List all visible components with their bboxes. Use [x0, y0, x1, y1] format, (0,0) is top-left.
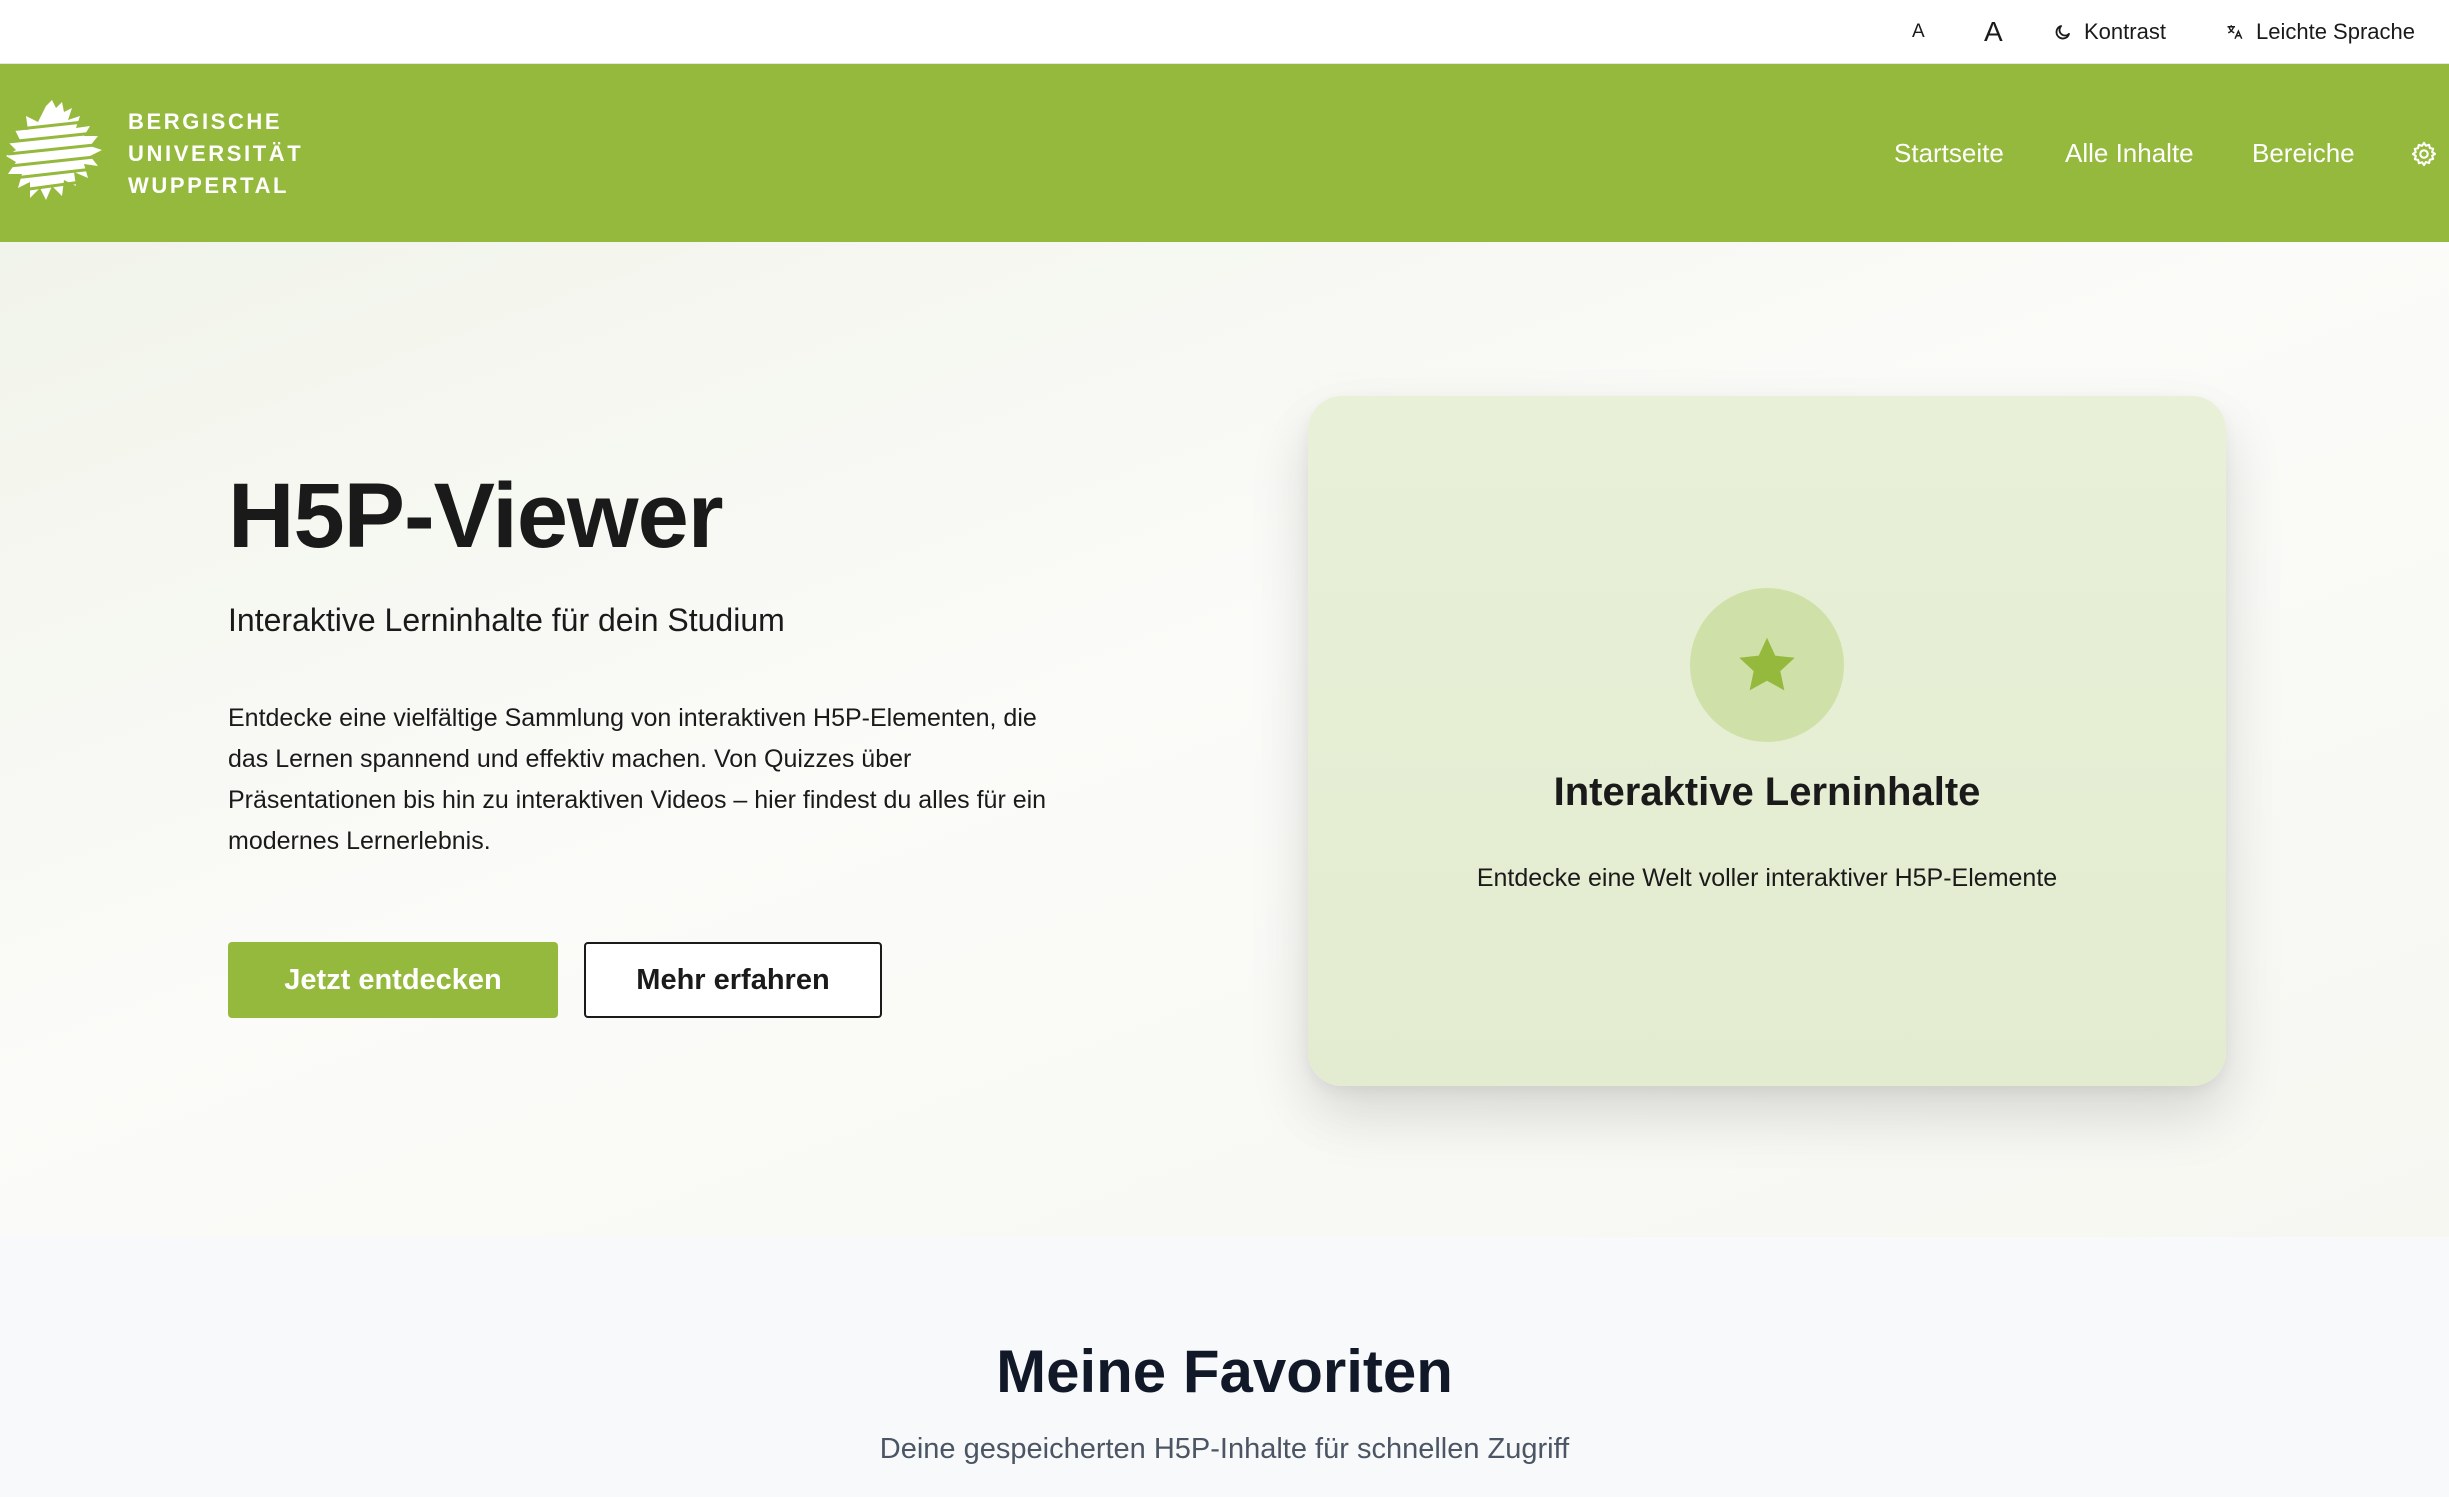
university-lion-logo-icon[interactable] — [6, 100, 106, 206]
main-header: BERGISCHE UNIVERSITÄT WUPPERTAL Startsei… — [0, 64, 2449, 242]
page-title: H5P-Viewer — [228, 465, 724, 567]
nav-link-bereiche[interactable]: Bereiche — [2252, 64, 2355, 242]
favorites-section: Meine Favoriten Deine gespeicherten H5P-… — [0, 1237, 2449, 1497]
accessibility-bar: A A Kontrast Leichte Sprache — [0, 0, 2449, 64]
font-size-increase-button[interactable]: A — [1984, 0, 2003, 64]
discover-now-button[interactable]: Jetzt entdecken — [228, 942, 558, 1018]
moon-icon — [2055, 25, 2070, 40]
nav-link-alle-inhalte[interactable]: Alle Inhalte — [2065, 64, 2194, 242]
logo-line-3: WUPPERTAL — [128, 173, 290, 198]
logo-line-2: UNIVERSITÄT — [128, 141, 304, 166]
easy-language-label: Leichte Sprache — [2256, 19, 2415, 44]
font-small-label: A — [1912, 21, 1925, 42]
hero-description: Entdecke eine vielfältige Sammlung von i… — [228, 704, 1047, 855]
feature-card-title: Interaktive Lerninhalte — [1553, 770, 1981, 814]
star-icon — [1739, 637, 1795, 691]
logo-line-1: BERGISCHE — [128, 109, 283, 134]
university-name[interactable]: BERGISCHE UNIVERSITÄT WUPPERTAL — [128, 106, 303, 202]
learn-more-button[interactable]: Mehr erfahren — [584, 942, 882, 1018]
nav-link-startseite[interactable]: Startseite — [1894, 64, 2004, 242]
star-badge — [1690, 588, 1844, 742]
hero-subtitle: Interaktive Lerninhalte für dein Studium — [228, 602, 785, 638]
feature-card-text: Entdecke eine Welt voller interaktiver H… — [1476, 864, 2058, 892]
contrast-toggle[interactable]: Kontrast — [2054, 0, 2166, 64]
contrast-label: Kontrast — [2084, 19, 2166, 44]
font-large-label: A — [1984, 16, 2003, 47]
easy-language-toggle[interactable]: Leichte Sprache — [2226, 0, 2415, 64]
translate-icon — [2227, 25, 2243, 40]
feature-card: Interaktive Lerninhalte Entdecke eine We… — [1308, 396, 2226, 1086]
favorites-subtitle: Deine gespeicherten H5P-Inhalte für schn… — [879, 1433, 1570, 1465]
font-size-decrease-button[interactable]: A — [1912, 0, 1925, 64]
hero-section: H5P-Viewer Interaktive Lerninhalte für d… — [0, 242, 2449, 1237]
gear-icon[interactable] — [2410, 140, 2438, 168]
favorites-title: Meine Favoriten — [996, 1338, 1453, 1405]
